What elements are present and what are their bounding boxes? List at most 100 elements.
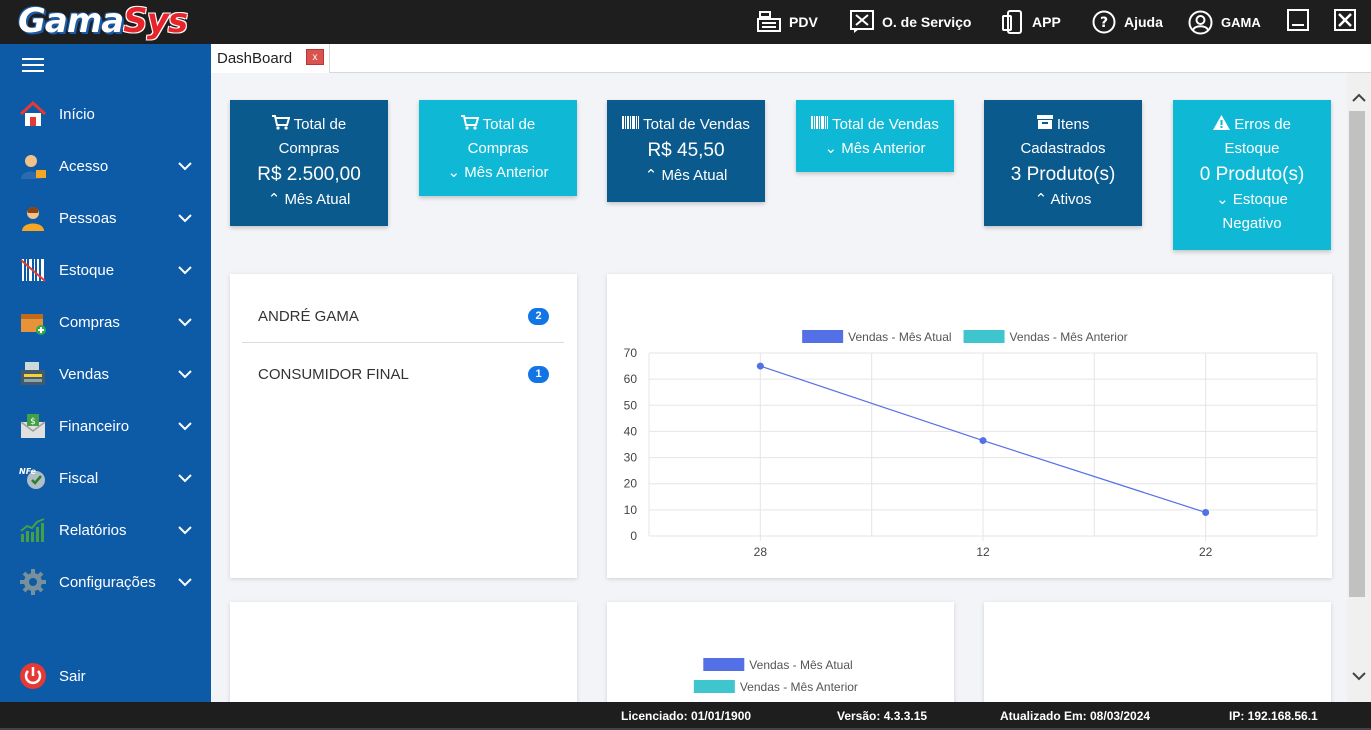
app-button[interactable]: APP — [1002, 0, 1061, 44]
status-licensed: Licenciado: 01/01/1900 — [621, 709, 752, 723]
card-erros-estoque[interactable]: Erros de Estoque 0 Produto(s) ⌄ Estoque … — [1173, 100, 1331, 250]
y-tick-label: 50 — [624, 398, 638, 412]
user-menu-button[interactable]: GAMA — [1188, 0, 1261, 44]
tab-close-button[interactable]: x — [306, 49, 324, 65]
card-footer: ⌃ Mês Atual — [644, 167, 728, 184]
y-tick-label: 30 — [624, 451, 638, 465]
minimize-button[interactable] — [1287, 9, 1309, 31]
help-label: Ajuda — [1124, 14, 1163, 30]
legend-swatch — [703, 658, 745, 671]
y-tick-label: 70 — [624, 346, 638, 360]
sidebar-item-estoque[interactable]: Estoque — [0, 250, 211, 290]
access-user-icon — [18, 151, 48, 181]
sidebar-item-relatorios[interactable]: Relatórios — [0, 510, 211, 550]
scroll-down-arrow-icon[interactable] — [1349, 669, 1369, 683]
tab-dashboard[interactable]: DashBoard x — [211, 44, 330, 73]
user-icon — [1188, 10, 1213, 34]
vertical-scrollbar[interactable] — [1347, 73, 1371, 702]
sidebar-item-label: Pessoas — [59, 209, 117, 227]
sidebar-item-label: Fiscal — [59, 469, 99, 487]
sidebar-item-label: Configurações — [59, 573, 156, 591]
sales-chart-panel: Vendas - Mês Atual Vendas - Mês Anterior 0… — [607, 274, 1332, 578]
card-total-compras-atual[interactable]: Total de Compras R$ 2.500,00 ⌃ Mês Atual — [230, 100, 388, 226]
card-total-compras-anterior[interactable]: Total de Compras ⌄ Mês Anterior — [419, 100, 577, 196]
dashboard-content: Total de Compras R$ 2.500,00 ⌃ Mês Atual… — [211, 73, 1347, 702]
tab-label: DashBoard — [217, 50, 293, 67]
client-name: ANDRÉ GAMA — [258, 308, 359, 325]
sidebar-item-fiscal[interactable]: NFe Fiscal — [0, 458, 211, 498]
sidebar-item-inicio[interactable]: Início — [0, 94, 211, 134]
tab-strip: DashBoard x — [211, 44, 1371, 73]
legend-swatch — [693, 680, 735, 693]
card-title: Total de Vendas — [607, 113, 765, 137]
hamburger-menu-icon[interactable] — [22, 58, 44, 74]
sidebar-item-label: Compras — [59, 313, 120, 331]
y-tick-label: 10 — [624, 503, 638, 517]
sales-line-chart: Vendas - Mês Atual Vendas - Mês Anterior 0… — [624, 330, 1318, 559]
sidebar-item-label: Início — [59, 105, 95, 123]
y-tick-label: 40 — [624, 424, 638, 438]
logo-text-sys: Sys — [123, 1, 188, 41]
sales-register-icon — [18, 359, 48, 389]
sidebar-item-compras[interactable]: Compras — [0, 302, 211, 342]
sidebar-item-configuracoes[interactable]: Configurações — [0, 562, 211, 602]
sidebar: Início Acesso Pessoas Estoque Compras Ve — [0, 44, 211, 702]
close-window-button[interactable] — [1334, 9, 1356, 31]
legend-label: Vendas - Mês Anterior — [740, 680, 858, 694]
service-order-icon — [850, 10, 874, 33]
sidebar-item-label: Vendas — [59, 365, 110, 383]
pdv-label: PDV — [789, 14, 818, 30]
card-footer: ⌄ Mês Anterior — [824, 140, 926, 157]
list-item[interactable]: ANDRÉ GAMA 2 — [242, 286, 564, 343]
chevron-down-icon — [178, 578, 192, 587]
chevron-down-icon — [178, 318, 192, 327]
help-button[interactable]: ? Ajuda — [1092, 0, 1163, 44]
status-bar: Licenciado: 01/01/1900 Versão: 4.3.3.15 … — [0, 702, 1371, 730]
chevron-down-icon — [178, 422, 192, 431]
card-total-vendas-atual[interactable]: Total de Vendas R$ 45,50 ⌃ Mês Atual — [607, 100, 765, 202]
card-title: Erros de Estoque — [1202, 113, 1302, 161]
service-order-button[interactable]: O. de Serviço — [850, 0, 971, 44]
status-updated: Atualizado Em: 08/03/2024 — [1000, 709, 1151, 723]
card-value: 3 Produto(s) — [1010, 164, 1116, 185]
sidebar-item-financeiro[interactable]: $ Financeiro — [0, 406, 211, 446]
top-bar: Gama Sys PDV O. de Serviço APP ? Ajuda GA… — [0, 0, 1371, 44]
minimize-icon — [1292, 24, 1304, 26]
chevron-down-icon — [178, 266, 192, 275]
chevron-down-icon — [178, 370, 192, 379]
chevron-up-icon: ⌃ — [644, 167, 658, 184]
chevron-up-icon: ⌃ — [1034, 191, 1048, 208]
bottom-chart-panel: Vendas - Mês Atual Vendas - Mês Anterior — [607, 602, 954, 702]
sidebar-item-label: Relatórios — [59, 521, 127, 539]
scroll-thumb[interactable] — [1349, 111, 1365, 597]
logo-text-gama: Gama — [18, 1, 124, 41]
legend-label: Vendas - Mês Atual — [848, 330, 951, 344]
sidebar-item-pessoas[interactable]: Pessoas — [0, 198, 211, 238]
y-tick-label: 60 — [624, 372, 638, 386]
home-icon — [18, 99, 48, 129]
barcode-icon — [811, 116, 829, 129]
data-point — [1202, 508, 1210, 516]
close-icon — [1338, 13, 1352, 27]
sidebar-item-vendas[interactable]: Vendas — [0, 354, 211, 394]
svg-text:NFe: NFe — [19, 467, 37, 476]
legend-swatch — [802, 330, 844, 343]
card-total-vendas-anterior[interactable]: Total de Vendas ⌄ Mês Anterior — [796, 100, 954, 172]
data-point — [979, 437, 987, 445]
service-order-label: O. de Serviço — [882, 14, 972, 30]
y-tick-label: 20 — [624, 477, 638, 491]
sidebar-item-acesso[interactable]: Acesso — [0, 146, 211, 186]
scroll-up-arrow-icon[interactable] — [1349, 91, 1369, 105]
legend-label: Vendas - Mês Atual — [749, 658, 852, 672]
logout-button[interactable]: Sair — [0, 656, 211, 696]
money-envelope-icon: $ — [18, 411, 48, 441]
nfe-fiscal-icon: NFe — [18, 463, 48, 493]
chevron-down-icon — [178, 214, 192, 223]
list-item[interactable]: CONSUMIDOR FINAL 1 — [242, 344, 564, 401]
top-clients-panel: ANDRÉ GAMA 2 CONSUMIDOR FINAL 1 — [230, 274, 577, 578]
card-title: Total de Compras — [254, 113, 364, 161]
card-itens-cadastrados[interactable]: Itens Cadastrados 3 Produto(s) ⌃ Ativos — [984, 100, 1142, 226]
sidebar-item-label: Estoque — [59, 261, 115, 279]
barcode-stock-icon — [18, 255, 48, 285]
pdv-button[interactable]: PDV — [757, 0, 818, 44]
